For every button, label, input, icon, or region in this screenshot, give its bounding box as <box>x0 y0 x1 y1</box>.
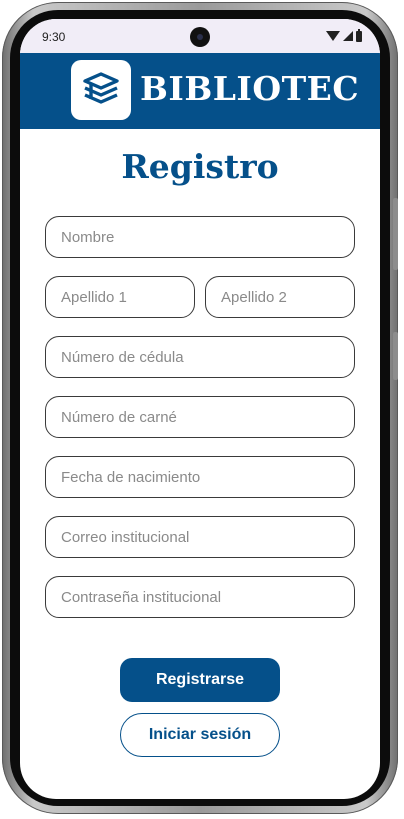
app-header: BIBLIOTEC <box>20 53 380 129</box>
login-button[interactable]: Iniciar sesión <box>120 713 280 757</box>
app-screen: 9:30 BIBLIOTEC Registro Registrar <box>20 19 380 799</box>
status-bar: 9:30 <box>20 19 380 53</box>
contrasena-input[interactable] <box>45 576 355 618</box>
power-button <box>393 332 398 380</box>
front-camera <box>190 27 210 47</box>
register-button[interactable]: Registrarse <box>120 658 280 702</box>
signal-icon <box>343 31 353 41</box>
correo-input[interactable] <box>45 516 355 558</box>
books-stack-icon <box>83 72 119 104</box>
wifi-icon <box>326 31 340 41</box>
carne-input[interactable] <box>45 396 355 438</box>
nombre-input[interactable] <box>45 216 355 258</box>
app-logo <box>71 60 131 120</box>
apellido2-input[interactable] <box>205 276 355 318</box>
cedula-input[interactable] <box>45 336 355 378</box>
battery-icon <box>356 28 362 42</box>
status-time: 9:30 <box>42 30 66 44</box>
page-title: Registro <box>121 147 279 186</box>
volume-button <box>393 198 398 270</box>
apellido1-input[interactable] <box>45 276 195 318</box>
status-icons <box>326 28 362 42</box>
nacimiento-input[interactable] <box>45 456 355 498</box>
brand-name: BIBLIOTEC <box>140 69 360 108</box>
